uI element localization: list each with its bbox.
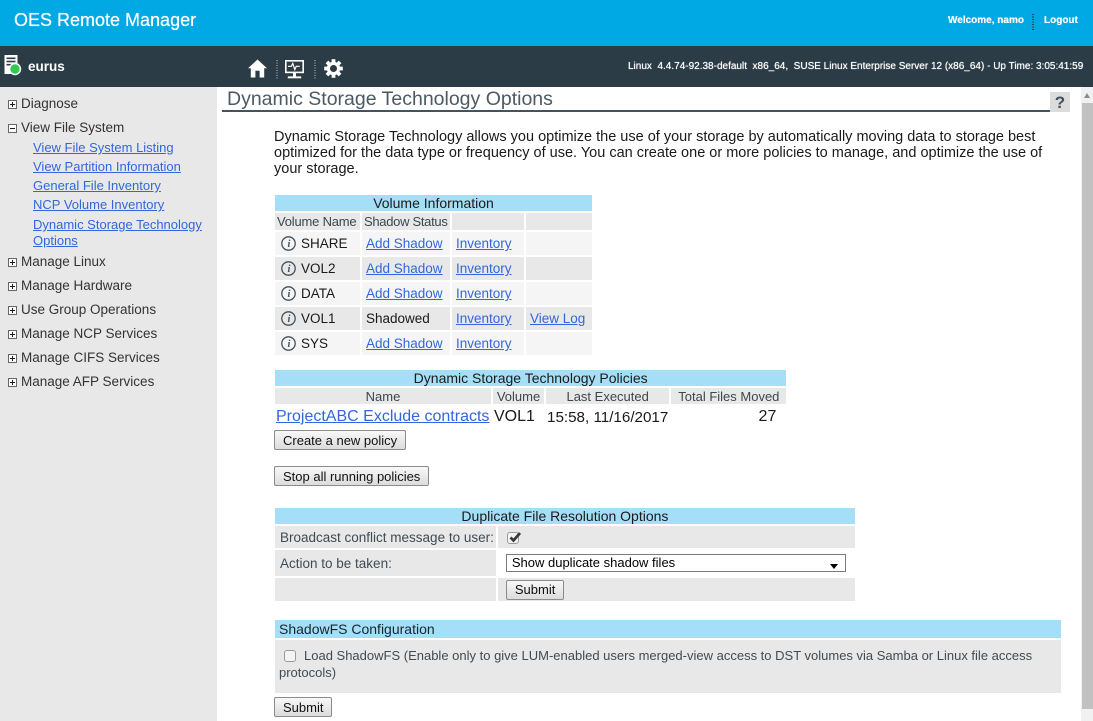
svg-text:i: i — [288, 314, 291, 325]
svg-text:i: i — [288, 289, 291, 300]
svg-text:i: i — [288, 264, 291, 275]
svg-text:i: i — [288, 339, 291, 350]
svg-text:i: i — [288, 239, 291, 250]
